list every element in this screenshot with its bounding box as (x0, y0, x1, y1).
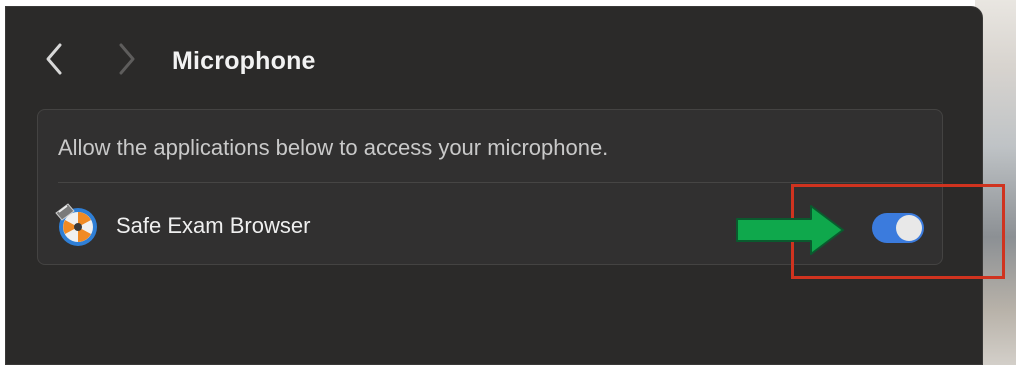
safe-exam-browser-icon (55, 203, 97, 246)
chevron-right-icon (119, 43, 135, 75)
chevron-left-icon (46, 43, 62, 75)
app-name: Safe Exam Browser (116, 213, 311, 238)
arrow-right-icon (736, 205, 844, 255)
back-button[interactable] (39, 37, 69, 81)
forward-button[interactable] (112, 37, 142, 81)
page-title: Microphone (172, 47, 316, 75)
panel-description: Allow the applications below to access y… (58, 135, 609, 160)
